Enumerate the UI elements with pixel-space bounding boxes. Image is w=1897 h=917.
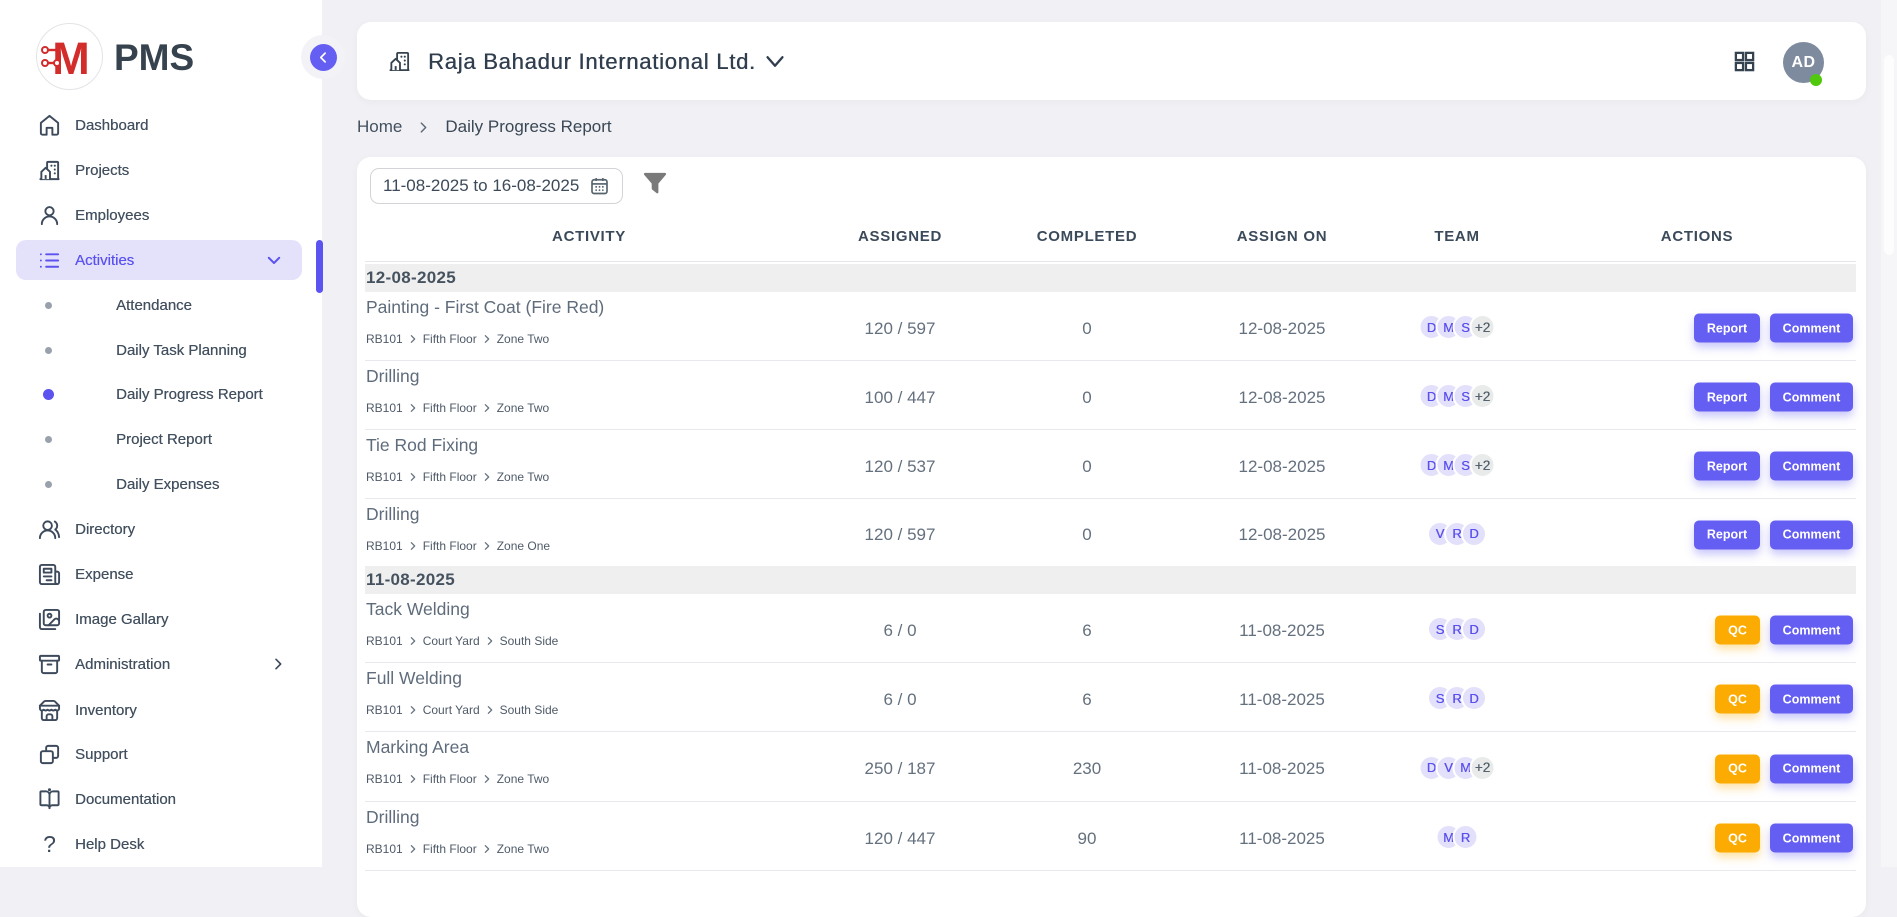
- svg-text:M: M: [52, 36, 90, 80]
